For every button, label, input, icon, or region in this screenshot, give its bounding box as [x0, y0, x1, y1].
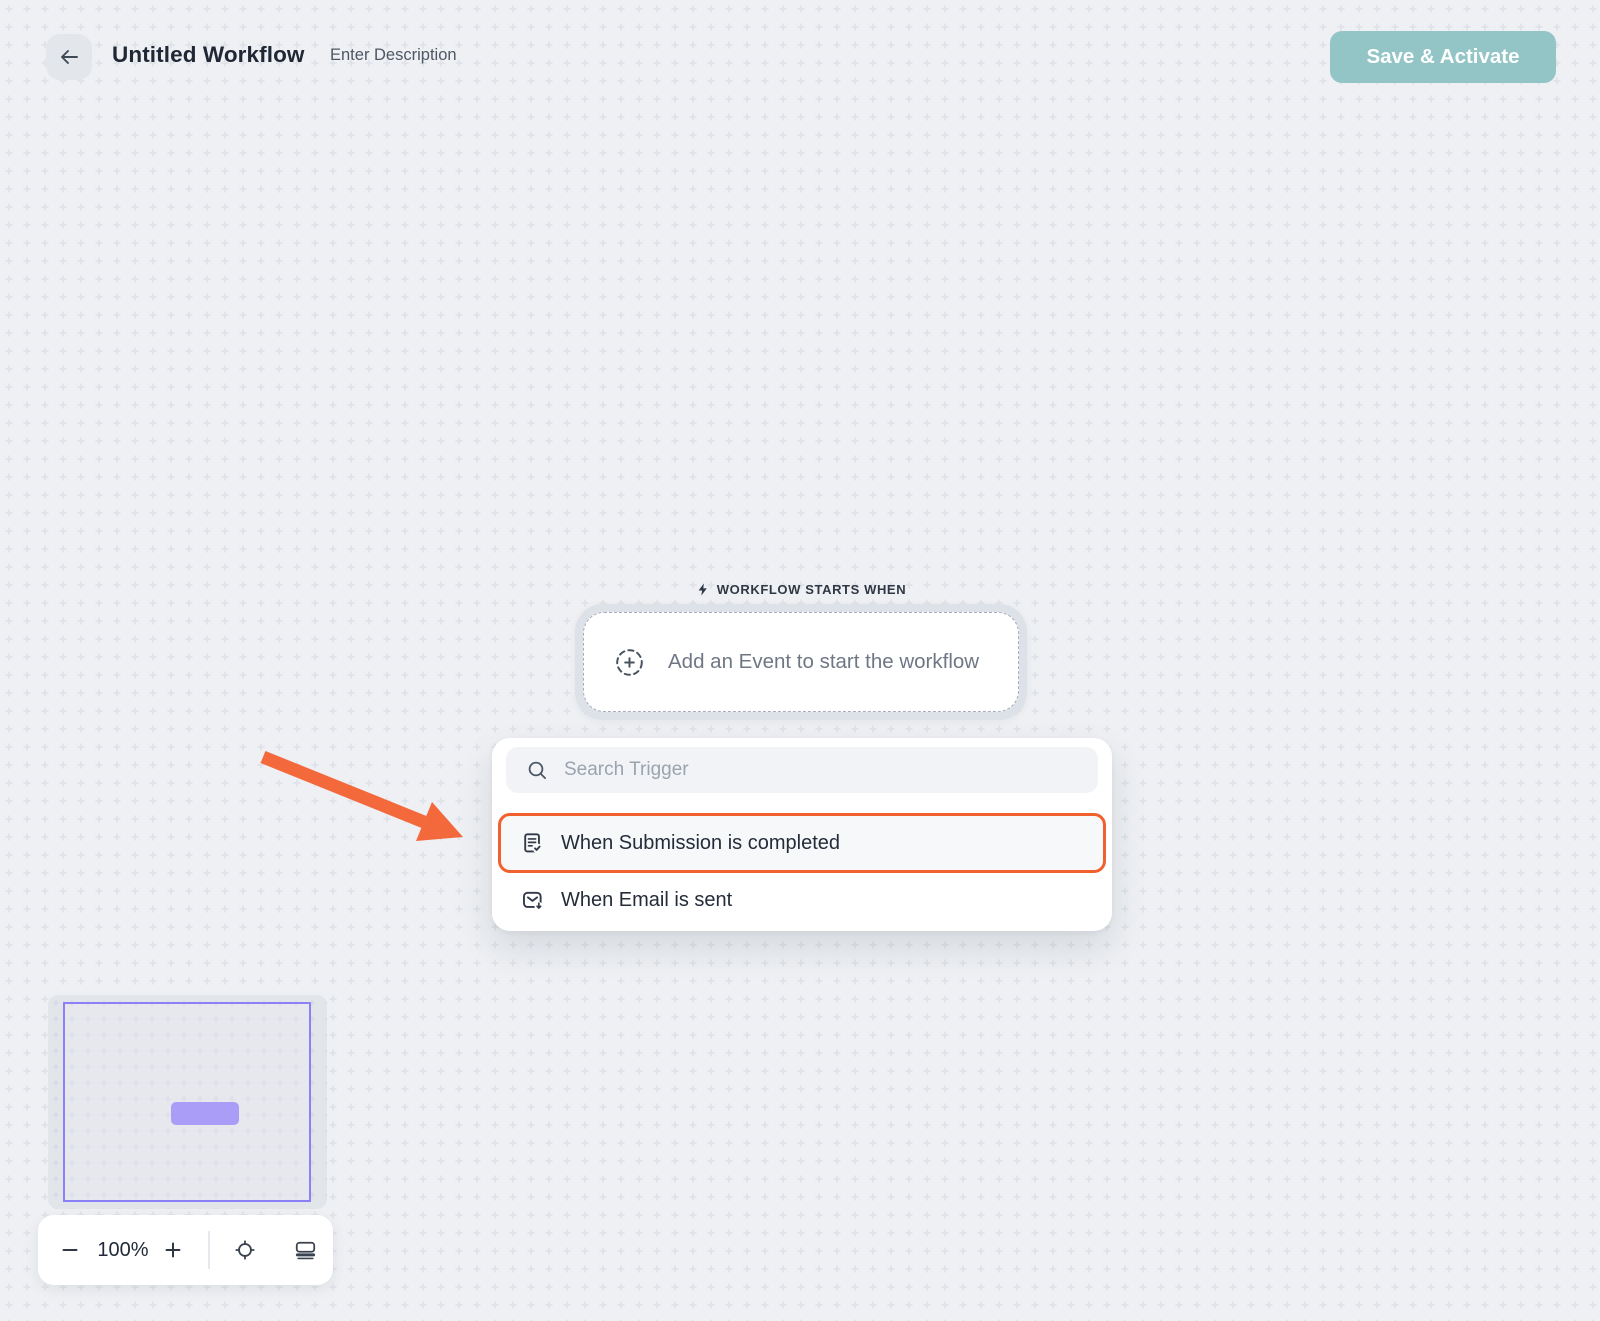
annotation-arrow: [250, 745, 475, 850]
form-submission-check-icon: [520, 831, 545, 856]
add-event-node: Add an Event to start the workflow: [575, 604, 1027, 720]
back-arrow-icon: [57, 45, 81, 69]
toolbar-divider: [208, 1231, 210, 1269]
plus-icon: [163, 1240, 183, 1260]
email-sent-icon: [520, 888, 545, 913]
workflow-title[interactable]: Untitled Workflow: [112, 42, 305, 68]
trigger-dropdown-panel: When Submission is completed When Email …: [492, 738, 1112, 931]
minimap-viewport[interactable]: [63, 1002, 311, 1202]
search-trigger-box[interactable]: [506, 747, 1098, 793]
minimap-toggle-icon: [293, 1238, 318, 1263]
add-event-label: Add an Event to start the workflow: [668, 650, 979, 674]
workflow-description-placeholder[interactable]: Enter Description: [330, 46, 457, 65]
add-event-button[interactable]: Add an Event to start the workflow: [583, 612, 1019, 712]
fit-view-button[interactable]: [232, 1237, 258, 1263]
minimap[interactable]: [48, 995, 327, 1209]
minimap-toggle-button[interactable]: [292, 1237, 318, 1263]
trigger-option-email-sent[interactable]: When Email is sent: [498, 872, 1106, 929]
back-button[interactable]: [46, 34, 92, 80]
trigger-option-label: When Email is sent: [561, 889, 732, 912]
zoom-out-button[interactable]: [57, 1237, 83, 1263]
minus-icon: [60, 1240, 80, 1260]
crosshair-icon: [233, 1238, 257, 1262]
search-trigger-input[interactable]: [564, 759, 1098, 781]
workflow-canvas[interactable]: Untitled Workflow Enter Description Save…: [0, 0, 1600, 1321]
trigger-option-submission-completed[interactable]: When Submission is completed: [498, 813, 1106, 873]
add-circle-icon: [615, 648, 644, 677]
trigger-option-label: When Submission is completed: [561, 832, 840, 855]
zoom-toolbar: 100%: [38, 1215, 333, 1285]
minimap-node: [171, 1102, 239, 1125]
lightning-bolt-icon: [696, 582, 710, 597]
save-activate-button[interactable]: Save & Activate: [1330, 31, 1556, 83]
search-icon: [527, 760, 548, 781]
zoom-level-value: 100%: [90, 1239, 156, 1262]
workflow-starts-when-label: WORKFLOW STARTS WHEN: [601, 579, 1001, 599]
zoom-in-button[interactable]: [160, 1237, 186, 1263]
